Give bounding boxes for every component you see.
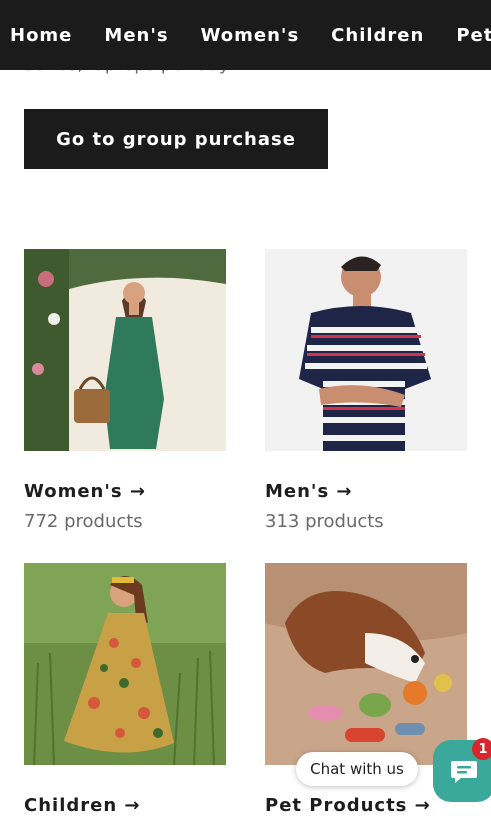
woman-in-green-dress-image (24, 249, 226, 451)
collection-card-womens[interactable]: Women's → 772 products (24, 249, 226, 549)
nav-item-womens[interactable]: Women's (201, 25, 300, 46)
collection-count-mens: 313 products (265, 511, 384, 532)
nav-item-pet-products[interactable]: Pet Pr (456, 25, 491, 46)
collection-title-mens[interactable]: Men's → (265, 481, 353, 502)
chat-unread-badge: 1 (472, 738, 491, 760)
collection-image-children[interactable] (24, 563, 226, 765)
chat-with-us-pill[interactable]: Chat with us (296, 752, 418, 786)
collection-title-pet-products[interactable]: Pet Products → (265, 795, 431, 816)
man-in-striped-tshirt-image (265, 249, 467, 451)
nav-item-mens[interactable]: Men's (104, 25, 168, 46)
collection-image-womens[interactable] (24, 249, 226, 451)
nav-item-children[interactable]: Children (331, 25, 424, 46)
collection-image-pet-products[interactable] (265, 563, 467, 765)
girl-in-floral-dress-image (24, 563, 226, 765)
collection-title-womens[interactable]: Women's → (24, 481, 146, 502)
chat-bubble-icon (451, 761, 477, 783)
collection-card-children[interactable]: Children → (24, 563, 226, 816)
nav-item-home[interactable]: Home (10, 25, 72, 46)
top-navigation: Home Men's Women's Children Pet Pr (0, 0, 491, 70)
collection-image-mens[interactable] (265, 249, 467, 451)
collection-title-children[interactable]: Children → (24, 795, 141, 816)
dog-with-toys-image (265, 563, 467, 765)
group-purchase-button[interactable]: Go to group purchase (24, 109, 328, 169)
collection-card-mens[interactable]: Men's → 313 products (265, 249, 467, 549)
collection-count-womens: 772 products (24, 511, 143, 532)
